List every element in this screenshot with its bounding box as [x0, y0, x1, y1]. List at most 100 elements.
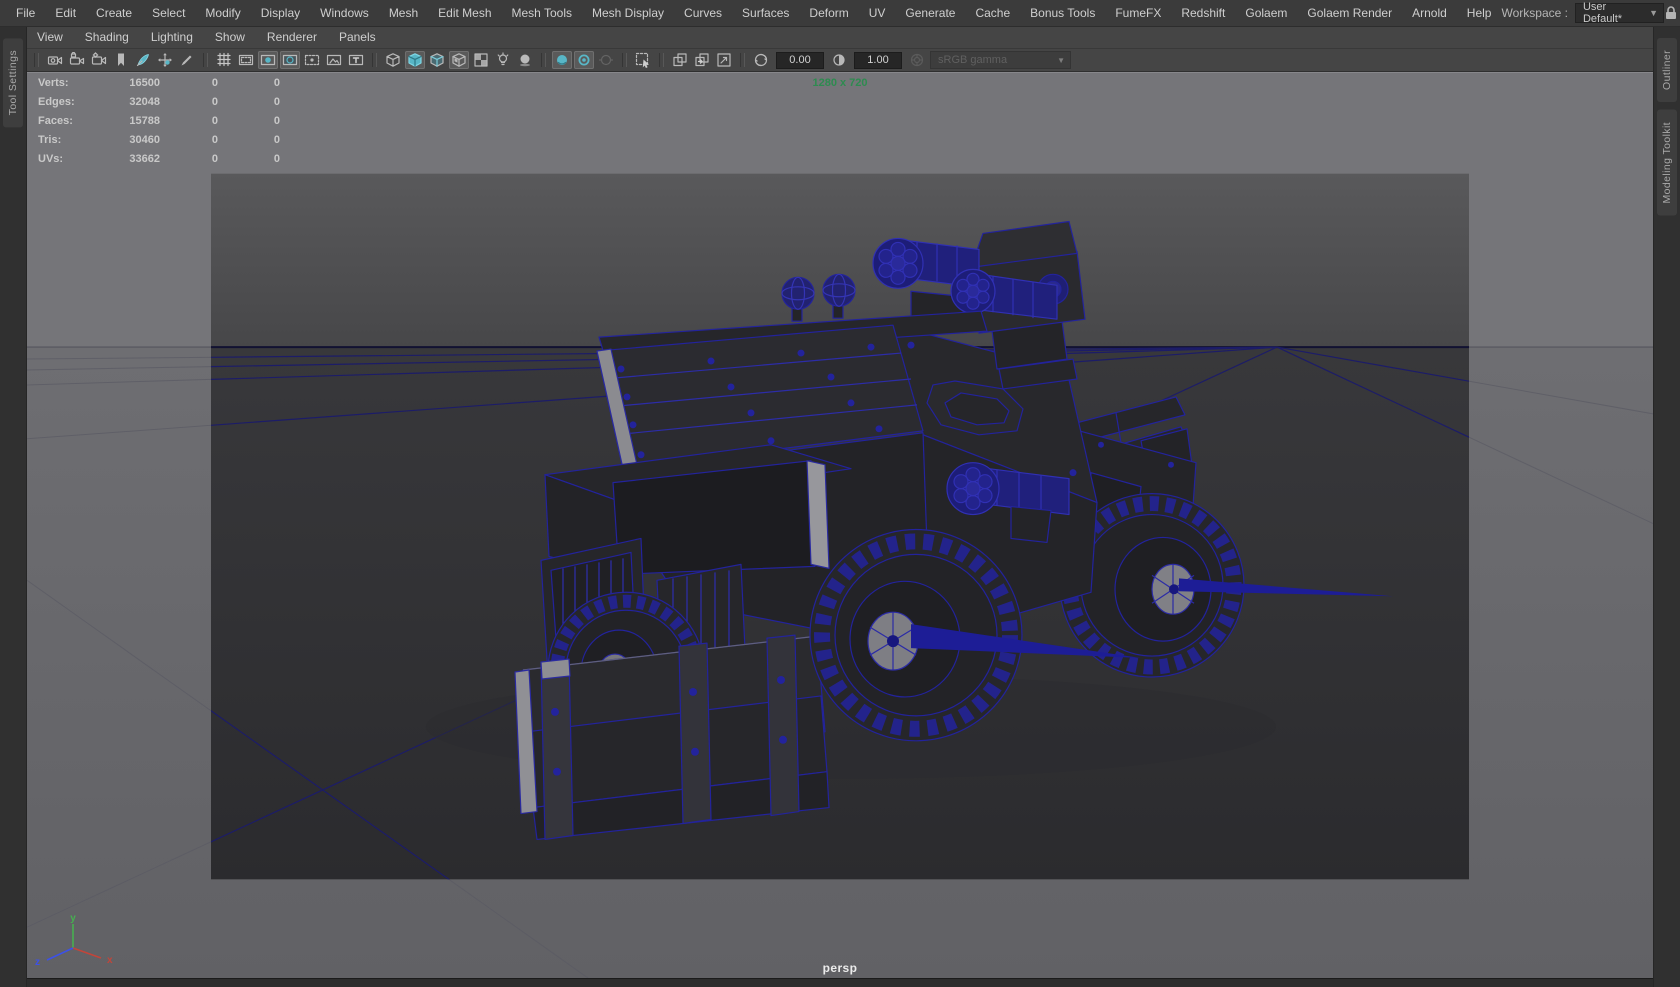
menu-item-select[interactable]: Select	[142, 0, 195, 26]
bookmark-icon[interactable]	[111, 51, 131, 69]
side-tab-outliner[interactable]: Outliner	[1657, 38, 1677, 102]
contrast-icon[interactable]	[829, 51, 849, 69]
lighting-icon[interactable]	[493, 51, 513, 69]
menu-item-help[interactable]: Help	[1457, 0, 1502, 26]
menu-item-mesh[interactable]: Mesh	[379, 0, 428, 26]
menu-item-file[interactable]: File	[6, 0, 45, 26]
anti-aliasing-icon[interactable]	[574, 51, 594, 69]
panel-menu-shading[interactable]: Shading	[74, 26, 140, 48]
gamma-field[interactable]: 1.00	[854, 51, 902, 69]
resolution-gate-label: 1280 x 720	[812, 77, 868, 89]
exposure-field[interactable]: 0.00	[776, 51, 824, 69]
use-default-material-icon[interactable]	[471, 51, 491, 69]
panel-menubar: View Shading Lighting Show Renderer Panels	[26, 26, 1654, 49]
menu-item-golaem[interactable]: Golaem	[1235, 0, 1297, 26]
lock-icon	[1666, 6, 1676, 19]
menu-item-display[interactable]: Display	[251, 0, 310, 26]
camera-attributes-icon[interactable]	[89, 51, 109, 69]
main-menubar: File Edit Create Select Modify Display Windows…	[0, 0, 1680, 27]
panel-menu-renderer[interactable]: Renderer	[256, 26, 328, 48]
workspace-lock-button[interactable]	[1664, 5, 1678, 21]
side-tab-modeling-toolkit[interactable]: Modeling Toolkit	[1657, 109, 1677, 216]
shadows-icon[interactable]	[515, 51, 535, 69]
side-tab-tool-settings[interactable]: Tool Settings	[3, 38, 23, 128]
axis-gizmo: y x z	[35, 913, 113, 968]
exposure-icon[interactable]	[751, 51, 771, 69]
axis-y-label: y	[70, 913, 76, 924]
chevron-down-icon: ▼	[1057, 55, 1065, 65]
grid-icon[interactable]	[214, 51, 234, 69]
hud-row-tris-: Tris: 30460 0 0	[38, 133, 280, 146]
menu-item-edit-mesh[interactable]: Edit Mesh	[428, 0, 501, 26]
scene-canvas[interactable]	[27, 73, 1653, 978]
depth-of-field-icon[interactable]	[596, 51, 616, 69]
smooth-shade-icon[interactable]	[405, 51, 425, 69]
scene-capture-icon[interactable]	[692, 51, 712, 69]
menu-item-fumefx[interactable]: FumeFX	[1105, 0, 1171, 26]
color-management-icon[interactable]	[907, 51, 927, 69]
toolbar-separator	[622, 53, 627, 67]
field-chart-icon[interactable]	[302, 51, 322, 69]
safe-action-icon[interactable]	[324, 51, 344, 69]
chevron-down-icon: ▼	[1649, 8, 1658, 18]
resolution-gate-icon[interactable]	[258, 51, 278, 69]
ambient-occlusion-icon[interactable]	[552, 51, 572, 69]
gate-mask-icon[interactable]	[280, 51, 300, 69]
panel-toolbar: 0.00 1.00 sRGB gamma ▼	[26, 49, 1654, 72]
menu-item-uv[interactable]: UV	[859, 0, 896, 26]
wireframe-icon[interactable]	[383, 51, 403, 69]
wireframe-on-shaded-icon[interactable]	[427, 51, 447, 69]
menu-item-redshift[interactable]: Redshift	[1171, 0, 1235, 26]
menu-item-deform[interactable]: Deform	[799, 0, 858, 26]
menu-item-arnold[interactable]: Arnold	[1402, 0, 1457, 26]
lock-camera-icon[interactable]	[67, 51, 87, 69]
select-camera-icon[interactable]	[45, 51, 65, 69]
menu-item-mesh-tools[interactable]: Mesh Tools	[502, 0, 582, 26]
isolate-select-icon[interactable]	[633, 51, 653, 69]
pan-zoom-2d-icon[interactable]	[155, 51, 175, 69]
panel-menu-show[interactable]: Show	[204, 26, 256, 48]
colorspace-select[interactable]: sRGB gamma ▼	[930, 51, 1071, 69]
toolbar-separator	[34, 53, 39, 67]
workspace-value: User Default*	[1582, 1, 1623, 25]
toolbar-separator	[203, 53, 208, 67]
viewport-3d[interactable]: Verts: 16500 0 0 Edges: 32048 0 0 Faces: 15788 0 0 T…	[26, 72, 1654, 978]
panel-menu-view[interactable]: View	[26, 26, 74, 48]
hud-row-edges-: Edges: 32048 0 0	[38, 95, 280, 108]
axis-x-label: x	[107, 955, 113, 966]
menu-item-windows[interactable]: Windows	[310, 0, 379, 26]
front-bumper	[514, 634, 830, 841]
textured-icon[interactable]	[449, 51, 469, 69]
menu-item-bonus-tools[interactable]: Bonus Tools	[1020, 0, 1105, 26]
panel-menu-panels[interactable]: Panels	[328, 26, 387, 48]
panel-bottom-bar	[26, 978, 1654, 987]
workspace-select[interactable]: User Default* ▼	[1574, 1, 1664, 25]
toolbar-separator	[740, 53, 745, 67]
toolbar-separator	[372, 53, 377, 67]
camera-name-label: persp	[822, 961, 858, 975]
toolbar-separator	[541, 53, 546, 67]
menu-item-cache[interactable]: Cache	[965, 0, 1020, 26]
snapshot-icon[interactable]	[670, 51, 690, 69]
safe-title-icon[interactable]	[346, 51, 366, 69]
menu-item-mesh-display[interactable]: Mesh Display	[582, 0, 674, 26]
panel-menu-lighting[interactable]: Lighting	[140, 26, 204, 48]
menu-item-surfaces[interactable]: Surfaces	[732, 0, 799, 26]
workspace-label: Workspace :	[1501, 6, 1568, 20]
menu-item-create[interactable]: Create	[86, 0, 142, 26]
axis-z-label: z	[35, 957, 40, 968]
menu-item-modify[interactable]: Modify	[195, 0, 250, 26]
menu-item-curves[interactable]: Curves	[674, 0, 732, 26]
render-region-icon[interactable]	[714, 51, 734, 69]
menu-item-generate[interactable]: Generate	[895, 0, 965, 26]
menu-item-golaem-render[interactable]: Golaem Render	[1297, 0, 1402, 26]
film-gate-icon[interactable]	[236, 51, 256, 69]
menu-item-edit[interactable]: Edit	[45, 0, 86, 26]
hud-row-verts-: Verts: 16500 0 0	[38, 76, 280, 89]
hud-row-faces-: Faces: 15788 0 0	[38, 114, 280, 127]
image-plane-icon[interactable]	[133, 51, 153, 69]
grease-pencil-icon[interactable]	[177, 51, 197, 69]
hud-row-uvs-: UVs: 33662 0 0	[38, 152, 280, 165]
right-sidebar-strip: Outliner Modeling Toolkit	[1653, 26, 1680, 987]
toolbar-separator	[659, 53, 664, 67]
